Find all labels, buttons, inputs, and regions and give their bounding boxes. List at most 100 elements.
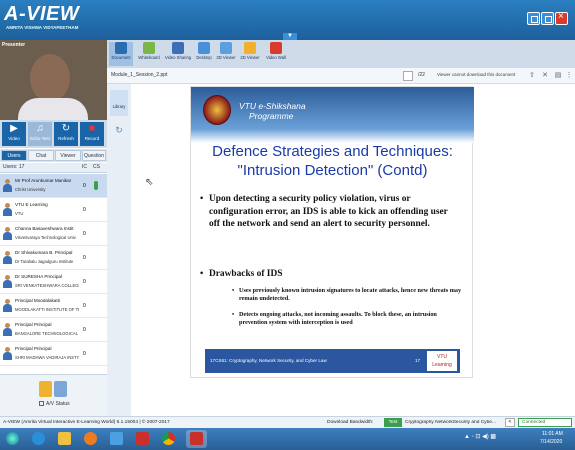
- pdf-icon: [136, 432, 149, 445]
- whiteboard-button[interactable]: Whiteboard: [135, 42, 163, 66]
- user-name: Principal Principal: [15, 322, 52, 327]
- user-row[interactable]: Dr Shivakumara B. Principal Dr Tarabalu …: [0, 246, 107, 270]
- video-button[interactable]: ▶ Video: [2, 122, 26, 146]
- 3d-viewer-button[interactable]: 3D Viewer: [215, 42, 237, 66]
- media-controls: ▶ Video ♫ Echo Test ↻ Refresh ■ Record: [0, 120, 107, 148]
- connection-status: Connected: [518, 418, 572, 427]
- user-org: VTU: [15, 211, 24, 216]
- slide-title: Defence Strategies and Techniques:: [212, 143, 453, 160]
- user-ic: 0: [83, 231, 86, 237]
- mouse-cursor-icon: ⇖: [145, 177, 154, 188]
- minimize-button[interactable]: [527, 12, 540, 25]
- user-row[interactable]: Principal Principal BANGALORE TECHNOLOGI…: [0, 318, 107, 342]
- status-nav-button[interactable]: <: [505, 418, 515, 427]
- user-ic: 0: [83, 351, 86, 357]
- taskbar-ie[interactable]: [28, 430, 49, 448]
- slide-bullet: Upon detecting a security policy violati…: [200, 193, 459, 231]
- document-file-name: Module_1_Session_2.ppt: [111, 72, 168, 78]
- user-org: SHRI MADHWA VADIRAJA INSTITUTE: [15, 355, 79, 360]
- taskbar-explorer[interactable]: [54, 430, 75, 448]
- presentation-slide: VTU e-Shikshana Programme Defence Strate…: [190, 86, 474, 378]
- microphone-icon: [94, 181, 98, 190]
- taskbar-acrobat[interactable]: [132, 430, 153, 448]
- status-bar: A-VIEW (Amrita Virtual Interactive E-Lea…: [0, 416, 575, 428]
- user-row[interactable]: Mr Prof Arunkumar Manikar Christ Univers…: [0, 174, 107, 198]
- video-wall-icon: [270, 42, 282, 54]
- user-row[interactable]: Channa Basaveshwara Instit Visvesvaraya …: [0, 222, 107, 246]
- taskbar-media[interactable]: [80, 430, 101, 448]
- column-ic: IC: [82, 164, 87, 170]
- start-button[interactable]: [2, 430, 23, 448]
- clock-time: 11:01 AM: [542, 431, 563, 437]
- collapse-toggle[interactable]: ▼: [283, 33, 297, 40]
- record-button[interactable]: ■ Record: [80, 122, 104, 146]
- refresh-button[interactable]: ↻ Refresh: [54, 122, 78, 146]
- user-name: Principal Moodalakatti: [15, 298, 60, 303]
- upload-icon[interactable]: ⇧: [527, 71, 537, 81]
- tab-viewer[interactable]: Viewer: [55, 150, 81, 161]
- monitor-icon: [198, 42, 210, 54]
- desktop-button[interactable]: Desktop: [193, 42, 215, 66]
- user-name: Channa Basaveshwara Instit: [15, 226, 74, 231]
- taskbar-aview[interactable]: [186, 430, 207, 448]
- user-org: BANGALORE TECHNOLOGICAL I: [15, 331, 79, 336]
- microphone-icon: ♫: [36, 123, 44, 134]
- internet-explorer-icon: [32, 432, 45, 445]
- chrome-icon: [162, 432, 175, 445]
- taskbar-app[interactable]: [106, 430, 127, 448]
- 2d-viewer-button[interactable]: 2D Viewer: [237, 42, 263, 66]
- close-button[interactable]: [555, 11, 568, 25]
- user-row[interactable]: VTU E Learning VTU 0: [0, 198, 107, 222]
- video-wall-button[interactable]: Video Wall: [263, 42, 289, 66]
- echo-test-button[interactable]: ♫ Echo Test: [28, 122, 52, 146]
- raise-hand-button[interactable]: [39, 381, 52, 397]
- user-avatar-icon: [2, 203, 13, 216]
- tab-question[interactable]: Question: [82, 150, 106, 161]
- checkbox-icon: [39, 401, 44, 407]
- document-button[interactable]: Document: [109, 42, 133, 66]
- tab-users[interactable]: Users: [1, 150, 27, 161]
- user-ic: 0: [83, 303, 86, 309]
- user-org: Christ University: [15, 187, 46, 192]
- record-icon: ■: [88, 123, 96, 134]
- os-taskbar: ▲ ◦ ⊡ ◀) ▩ 11:01 AM 7/14/2020: [0, 428, 575, 450]
- user-row[interactable]: Principal Principal SHRI MADHWA VADIRAJA…: [0, 342, 107, 366]
- maximize-button[interactable]: [541, 12, 554, 25]
- taskbar-chrome[interactable]: [158, 430, 179, 448]
- user-actions: A/V Status: [0, 374, 107, 416]
- user-avatar-icon: [2, 347, 13, 360]
- module-toolbar: Document Whiteboard Video Sharing Deskto…: [107, 40, 575, 68]
- user-settings-button[interactable]: [54, 381, 67, 397]
- page-input[interactable]: [403, 71, 413, 81]
- bandwidth-test-button[interactable]: Test: [384, 418, 402, 427]
- slide-footer-text: 17CS61: Cryptography, Network Security, …: [210, 358, 327, 363]
- presenter-video: Presenter: [0, 40, 107, 120]
- video-sharing-button[interactable]: Video Sharing: [163, 42, 193, 66]
- user-row[interactable]: Principal Moodalakatti MOODLAKATTI INSTI…: [0, 294, 107, 318]
- close-document-icon[interactable]: ✕: [540, 71, 550, 81]
- app-icon: [110, 432, 123, 445]
- user-row[interactable]: Dr SURESHA Principal SRI VENKATESHWARA C…: [0, 270, 107, 294]
- slide-bullet: Drawbacks of IDS: [200, 268, 459, 281]
- user-avatar-icon: [2, 299, 13, 312]
- av-status-toggle[interactable]: A/V Status: [39, 401, 70, 407]
- library-button[interactable]: Library: [110, 90, 128, 116]
- user-name: Mr Prof Arunkumar Manikar: [15, 178, 72, 183]
- tab-chat[interactable]: Chat: [28, 150, 54, 161]
- refresh-icon: ↻: [61, 123, 71, 134]
- menu-icon[interactable]: ⋮: [564, 71, 574, 81]
- user-list[interactable]: Mr Prof Arunkumar Manikar Christ Univers…: [0, 174, 107, 374]
- windows-start-icon: [6, 432, 19, 445]
- play-icon: ▶: [10, 123, 18, 134]
- programme-line-2: Programme: [249, 111, 294, 121]
- slide-sub-bullet: Detects ongoing attacks, not incoming as…: [232, 311, 464, 328]
- column-cs: CS: [93, 164, 100, 170]
- user-name: Dr SURESHA Principal: [15, 274, 62, 279]
- system-tray[interactable]: ▲ ◦ ⊡ ◀) ▩: [464, 433, 496, 440]
- refresh-icon[interactable]: ↻: [113, 124, 125, 136]
- app-version-text: A-VIEW (Amrita Virtual Interactive E-Lea…: [3, 420, 170, 425]
- presenter-face: [30, 54, 70, 102]
- film-icon: [172, 42, 184, 54]
- page-icon[interactable]: ▤: [553, 71, 563, 81]
- user-name: VTU E Learning: [15, 202, 48, 207]
